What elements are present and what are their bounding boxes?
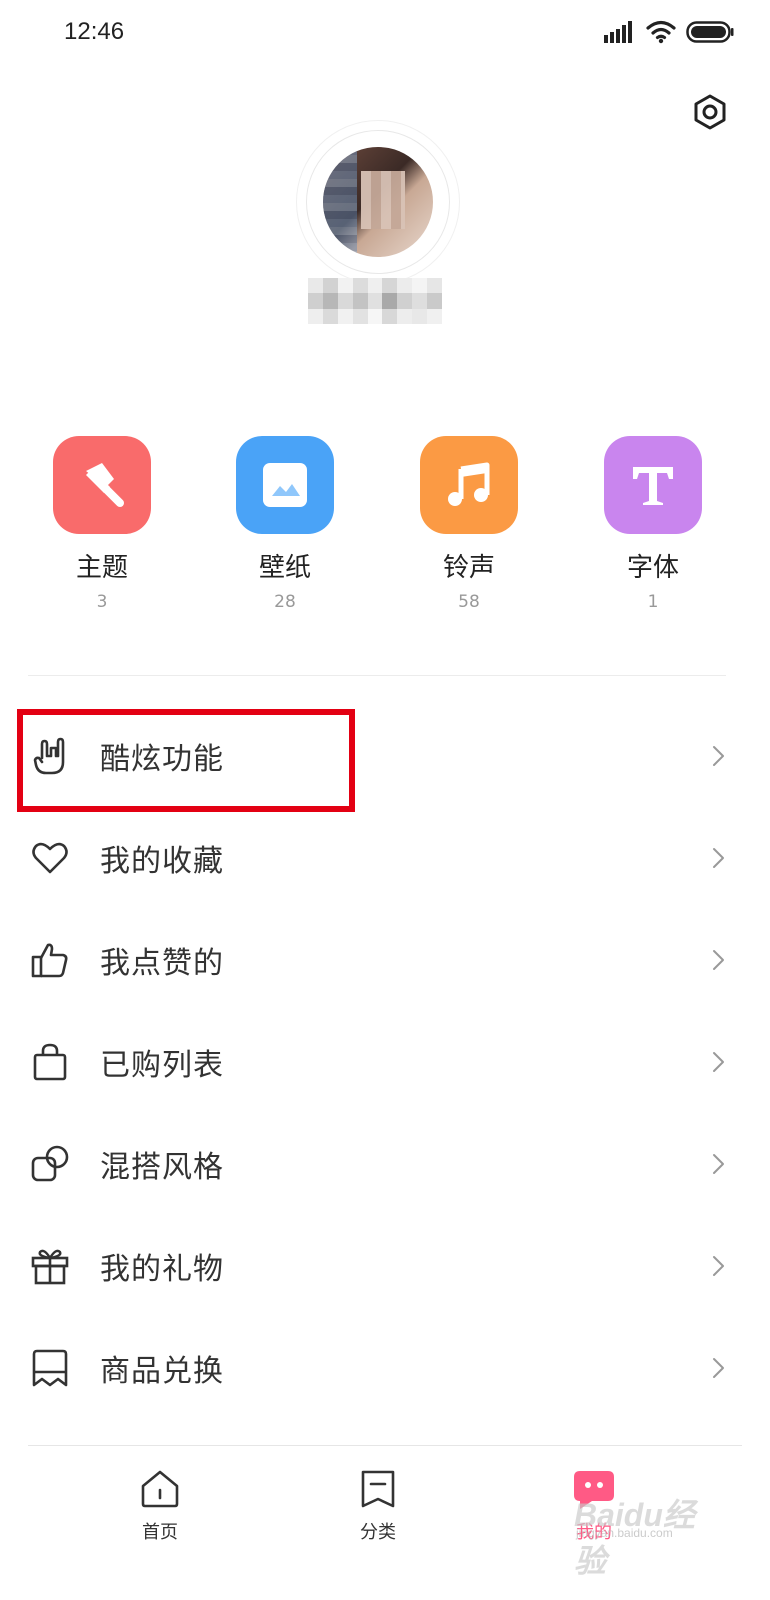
thumbs-up-icon [30,940,70,980]
wallpaper-tile[interactable] [236,436,334,534]
baidu-watermark: Baidu经验 jingyan.baidu.com [574,1482,724,1579]
chevron-right-icon [713,1052,724,1072]
gift-icon [30,1246,70,1286]
section-divider [28,675,726,676]
quick-entry-count: 58 [458,592,480,612]
settings-button[interactable] [690,92,730,132]
menu-item-liked[interactable]: 我点赞的 [0,909,770,1011]
quick-entry-label: 壁纸 [258,553,311,583]
quick-entry-label: 铃声 [442,553,495,583]
chevron-right-icon [713,848,724,868]
quick-entry-label: 字体 [626,553,679,583]
battery-icon [686,21,734,43]
heart-icon [30,838,70,878]
theme-tile[interactable] [53,436,151,534]
shopping-bag-icon [30,1042,70,1082]
username-mosaic [308,278,442,324]
settings-hexagon-icon [694,94,726,130]
avatar-background [323,147,357,257]
status-icons [604,20,734,44]
menu-item-exchange[interactable]: 商品兑换 [0,1317,770,1419]
mix-shapes-icon [30,1144,70,1184]
wifi-icon [646,20,676,44]
menu-item-label: 商品兑换 [100,1354,224,1389]
avatar-container[interactable] [296,120,460,284]
quick-entry-label: 主题 [75,553,128,583]
status-time: 12:46 [64,18,125,45]
quick-entry-wallpaper[interactable]: 壁纸 28 [210,436,360,614]
tab-category[interactable]: 分类 [318,1466,438,1544]
category-bookmark-icon [355,1466,401,1512]
home-icon [137,1466,183,1512]
chevron-right-icon [713,950,724,970]
quick-entry-count: 1 [647,592,659,612]
menu-list: 酷炫功能 我的收藏 我点赞的 已购列表 混搭风格 我的礼物 商品兑换 [0,705,770,1419]
brush-icon [86,463,124,507]
image-icon [263,463,307,507]
tab-label: 分类 [360,1522,396,1543]
ringtone-tile[interactable] [420,436,518,534]
watermark-url: jingyan.baidu.com [576,1526,673,1540]
menu-item-favorites[interactable]: 我的收藏 [0,807,770,909]
menu-item-label: 混搭风格 [100,1150,224,1185]
menu-item-purchased[interactable]: 已购列表 [0,1011,770,1113]
chevron-right-icon [713,1256,724,1276]
menu-item-label: 已购列表 [100,1048,224,1083]
menu-item-label: 我的礼物 [100,1252,224,1287]
tab-label: 首页 [142,1522,178,1543]
menu-item-label: 我的收藏 [100,844,224,879]
quick-entry-theme[interactable]: 主题 3 [27,436,177,614]
status-bar: 12:46 [0,0,770,62]
quick-entry-font[interactable]: 字体 1 [578,436,728,614]
chevron-right-icon [713,1154,724,1174]
menu-item-mix-style[interactable]: 混搭风格 [0,1113,770,1215]
quick-entries: 主题 3 壁纸 28 铃声 58 字体 1 [0,436,770,626]
quick-entry-count: 28 [274,592,296,612]
exchange-ticket-icon [30,1348,70,1388]
quick-entry-ringtone[interactable]: 铃声 58 [394,436,544,614]
avatar[interactable] [323,147,433,257]
tab-home[interactable]: 首页 [100,1466,220,1544]
menu-item-gifts[interactable]: 我的礼物 [0,1215,770,1317]
font-tile[interactable] [604,436,702,534]
avatar-face-mosaic [361,171,405,229]
quick-entry-count: 3 [96,592,108,612]
chevron-right-icon [713,1358,724,1378]
chevron-right-icon [713,746,724,766]
music-note-icon [448,462,490,506]
menu-item-label: 我点赞的 [100,946,224,981]
letter-t-icon [633,467,673,505]
signal-icon [604,21,632,43]
highlight-box [17,709,355,812]
